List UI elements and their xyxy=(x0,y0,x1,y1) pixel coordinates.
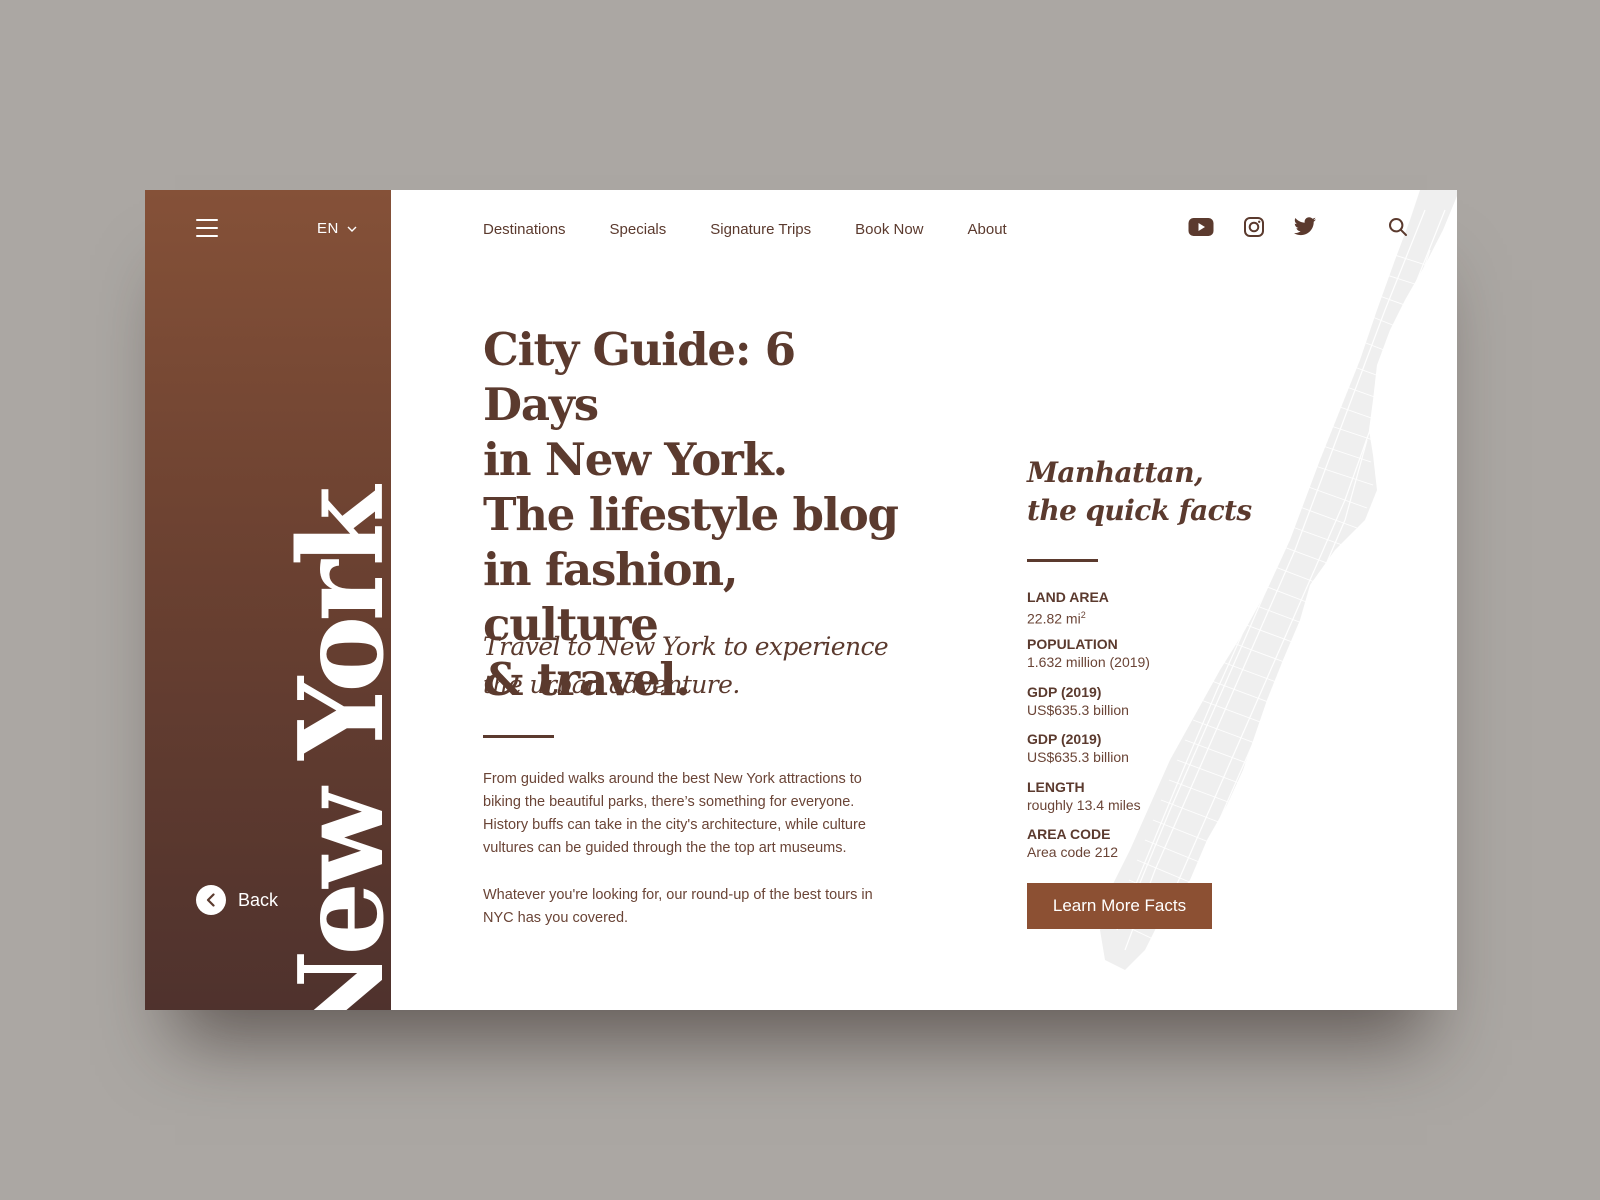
content-divider xyxy=(483,735,554,738)
fact-value: Area code 212 xyxy=(1027,843,1119,860)
fact-item: GDP (2019) US$635.3 billion xyxy=(1027,730,1150,777)
subtitle-line: Travel to New York to experience xyxy=(483,632,889,661)
nav-item-about[interactable]: About xyxy=(968,221,1007,238)
facts-title-line: Manhattan, xyxy=(1027,456,1204,489)
nav-item-destinations[interactable]: Destinations xyxy=(483,221,566,238)
page-card: EN New York Back xyxy=(145,190,1457,1010)
fact-value: roughly 13.4 miles xyxy=(1027,796,1141,813)
fact-label: GDP (2019) xyxy=(1027,731,1102,748)
hamburger-menu-icon[interactable] xyxy=(196,219,218,237)
sidebar: EN New York Back xyxy=(145,190,391,1010)
fact-label: GDP (2019) xyxy=(1027,683,1102,700)
back-label: Back xyxy=(238,889,279,910)
page-subtitle: Travel to New York to experience the urb… xyxy=(483,628,903,704)
fact-value: 22.82 mi2 xyxy=(1027,610,1086,627)
language-label: EN xyxy=(317,220,339,237)
fact-item: LAND AREA 22.82 mi2 xyxy=(1027,588,1150,635)
language-selector[interactable]: EN xyxy=(317,220,357,237)
search-icon[interactable] xyxy=(1385,216,1411,238)
nav-item-specials[interactable]: Specials xyxy=(610,221,667,238)
fact-label: LAND AREA xyxy=(1027,589,1109,605)
fact-label: LENGTH xyxy=(1027,778,1085,795)
youtube-icon[interactable] xyxy=(1188,216,1214,238)
fact-value: US$635.3 billion xyxy=(1027,749,1129,766)
fact-item: POPULATION 1.632 million (2019) xyxy=(1027,635,1150,682)
vertical-title-wrap: New York xyxy=(274,492,391,1010)
headline-line: City Guide: 6 Days xyxy=(483,323,796,431)
closing-paragraph: Whatever you're looking for, our round-u… xyxy=(483,887,873,926)
fact-value: 1.632 million (2019) xyxy=(1027,654,1150,671)
facts-divider xyxy=(1027,559,1098,562)
fact-item: AREA CODE Area code 212 xyxy=(1027,825,1150,872)
nav-item-signature-trips[interactable]: Signature Trips xyxy=(710,221,811,238)
subtitle-line: the urban adventure. xyxy=(483,670,740,699)
fact-value-superscript: 2 xyxy=(1080,610,1086,620)
back-button[interactable]: Back xyxy=(196,885,278,915)
main-nav: Destinations Specials Signature Trips Bo… xyxy=(483,221,1007,238)
facts-list: LAND AREA 22.82 mi2 POPULATION 1.632 mil… xyxy=(1027,588,1150,872)
fact-label: AREA CODE xyxy=(1027,825,1111,842)
nav-item-book-now[interactable]: Book Now xyxy=(855,221,923,238)
learn-more-facts-button[interactable]: Learn More Facts xyxy=(1027,883,1212,929)
headline-line: in New York. xyxy=(483,433,788,486)
fact-item: LENGTH roughly 13.4 miles xyxy=(1027,778,1150,825)
back-arrow-icon xyxy=(196,885,226,915)
twitter-icon[interactable] xyxy=(1292,216,1318,238)
fact-item: GDP (2019) US$635.3 billion xyxy=(1027,683,1150,730)
headline-line: The lifestyle blog xyxy=(483,488,899,541)
fact-label: POPULATION xyxy=(1027,636,1118,653)
chevron-down-icon xyxy=(347,226,357,232)
facts-title: Manhattan, the quick facts xyxy=(1027,454,1252,530)
intro-paragraph: From guided walks around the best New Yo… xyxy=(483,771,866,856)
instagram-icon[interactable] xyxy=(1241,216,1267,238)
vertical-city-title: New York xyxy=(274,492,391,1010)
facts-title-line: the quick facts xyxy=(1027,494,1252,527)
fact-value: US$635.3 billion xyxy=(1027,701,1129,718)
